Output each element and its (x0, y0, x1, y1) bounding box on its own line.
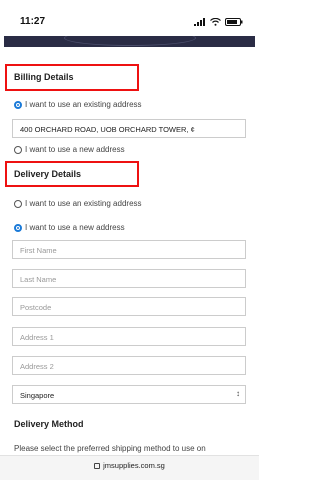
radio-unselected-icon[interactable] (14, 199, 22, 208)
country-select[interactable]: Singapore ↕ (12, 385, 246, 404)
header-banner-image (4, 36, 255, 47)
last-name-input[interactable]: Last Name (12, 269, 246, 288)
select-arrows-icon: ↕ (236, 389, 240, 398)
radio-selected-icon[interactable] (14, 223, 22, 232)
delivery-method-text: Please select the preferred shipping met… (14, 444, 206, 453)
wifi-icon (210, 18, 221, 26)
billing-option-existing-label: I want to use an existing address (25, 100, 142, 109)
first-name-input[interactable]: First Name (12, 240, 246, 259)
clock: 11:27 (20, 16, 46, 27)
signal-icon (194, 18, 205, 26)
delivery-option-existing[interactable]: I want to use an existing address (14, 199, 142, 208)
browser-address-bar[interactable]: jmsupplies.com.sg (0, 455, 259, 480)
delivery-option-new-label: I want to use a new address (25, 223, 125, 232)
radio-selected-icon[interactable] (14, 100, 22, 109)
billing-option-existing[interactable]: I want to use an existing address (14, 100, 142, 109)
billing-details-heading: Billing Details (14, 72, 74, 82)
lock-icon (94, 463, 101, 470)
status-bar: 11:27 (0, 0, 259, 36)
status-icons (194, 18, 243, 26)
delivery-details-heading: Delivery Details (14, 169, 82, 179)
delivery-method-heading: Delivery Method (14, 419, 84, 429)
delivery-option-existing-label: I want to use an existing address (25, 199, 142, 208)
delivery-option-new[interactable]: I want to use a new address (14, 223, 125, 232)
billing-option-new[interactable]: I want to use a new address (14, 145, 125, 154)
country-value: Singapore (20, 391, 55, 400)
billing-option-new-label: I want to use a new address (25, 145, 125, 154)
address1-input[interactable]: Address 1 (12, 327, 246, 346)
browser-domain: jmsupplies.com.sg (103, 461, 165, 470)
billing-address-select[interactable]: 400 ORCHARD ROAD, UOB ORCHARD TOWER, ¢ (12, 119, 246, 138)
billing-address-value: 400 ORCHARD ROAD, UOB ORCHARD TOWER, ¢ (20, 125, 195, 134)
postcode-input[interactable]: Postcode (12, 297, 246, 316)
address2-input[interactable]: Address 2 (12, 356, 246, 375)
radio-unselected-icon[interactable] (14, 145, 22, 154)
battery-icon (225, 18, 243, 26)
